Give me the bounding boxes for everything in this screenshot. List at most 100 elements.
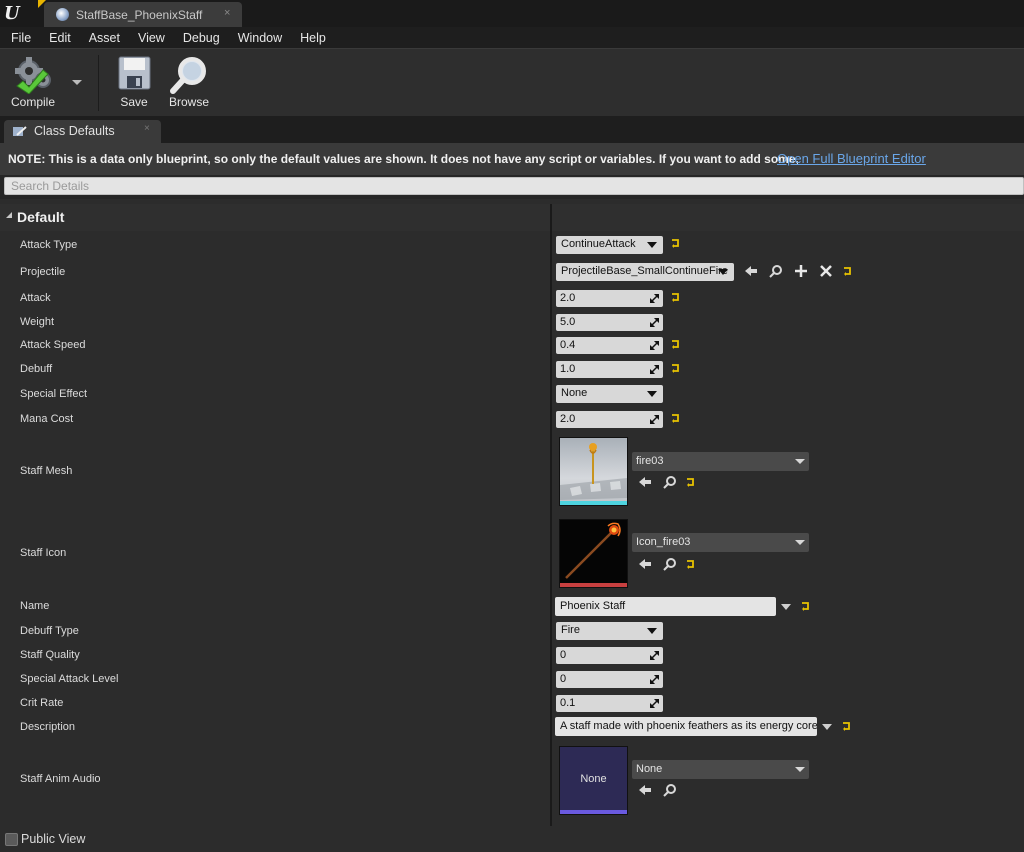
menu-view[interactable]: View: [131, 31, 172, 45]
class-defaults-icon: [13, 126, 27, 136]
attack-type-label: Attack Type: [20, 239, 78, 251]
staff-anim-audio-thumbnail[interactable]: None: [559, 746, 628, 815]
debuff-type-dropdown[interactable]: Fire: [556, 622, 663, 640]
staff-mesh-label: Staff Mesh: [20, 465, 73, 477]
staff-icon-value: Icon_fire03: [636, 536, 691, 548]
staff-mesh-value: fire03: [636, 455, 664, 467]
chevron-down-icon: [795, 459, 805, 464]
title-bar: U StaffBase_PhoenixStaff ×: [0, 0, 1024, 27]
document-tab[interactable]: StaffBase_PhoenixStaff ×: [44, 2, 242, 27]
menu-file[interactable]: File: [4, 31, 38, 45]
clear-x-icon[interactable]: [819, 264, 833, 278]
staff-anim-audio-asset-dropdown[interactable]: None: [632, 760, 809, 779]
attack-type-value: ContinueAttack: [561, 238, 636, 250]
attack-number-field[interactable]: 2.0: [556, 290, 663, 307]
reset-to-default-icon[interactable]: [671, 414, 680, 423]
staff-icon-asset-dropdown[interactable]: Icon_fire03: [632, 533, 809, 552]
crit-rate-label: Crit Rate: [20, 697, 64, 709]
blueprint-asset-icon: [56, 8, 69, 21]
menu-help[interactable]: Help: [293, 31, 333, 45]
use-selected-arrow-icon[interactable]: [638, 475, 652, 489]
browse-search-icon[interactable]: [663, 475, 677, 489]
compile-options-caret[interactable]: [72, 80, 82, 85]
menu-edit[interactable]: Edit: [42, 31, 78, 45]
menu-asset[interactable]: Asset: [82, 31, 127, 45]
mana-cost-number-field[interactable]: 2.0: [556, 411, 663, 428]
column-splitter[interactable]: [550, 204, 552, 831]
collapse-arrow-icon[interactable]: [6, 212, 12, 218]
audio-asset-underline: [560, 810, 627, 814]
use-selected-arrow-icon[interactable]: [744, 264, 758, 278]
document-tab-title: StaffBase_PhoenixStaff: [76, 8, 203, 22]
special-attack-level-number-field[interactable]: 0: [556, 671, 663, 688]
name-options-caret[interactable]: [781, 604, 791, 610]
special-effect-dropdown[interactable]: None: [556, 385, 663, 403]
staff-icon-thumbnail[interactable]: [559, 519, 628, 588]
browse-search-icon[interactable]: [769, 264, 783, 278]
debuff-number-field[interactable]: 1.0: [556, 361, 663, 378]
public-view-checkbox[interactable]: [5, 833, 18, 846]
attack-speed-number-field[interactable]: 0.4: [556, 337, 663, 354]
open-full-blueprint-editor-link[interactable]: Open Full Blueprint Editor: [777, 151, 926, 166]
staff-mesh-preview-image: [560, 443, 627, 505]
category-default-header[interactable]: Default: [0, 204, 1024, 231]
reset-to-default-icon[interactable]: [843, 267, 852, 276]
reset-to-default-icon[interactable]: [801, 602, 810, 611]
mana-cost-label: Mana Cost: [20, 413, 74, 425]
panel-tab-bar: Class Defaults ×: [0, 116, 1024, 143]
browse-search-icon[interactable]: [663, 783, 677, 797]
reset-to-default-icon[interactable]: [686, 478, 695, 487]
compile-label: Compile: [10, 95, 55, 109]
name-label: Name: [20, 600, 50, 612]
browse-button[interactable]: Browse: [164, 49, 214, 117]
use-selected-arrow-icon[interactable]: [638, 557, 652, 571]
toolbar: Compile Save Browse: [0, 48, 1024, 116]
tab-class-defaults[interactable]: Class Defaults ×: [4, 120, 161, 143]
attack-speed-label: Attack Speed: [20, 339, 86, 351]
menu-debug[interactable]: Debug: [176, 31, 227, 45]
special-effect-value: None: [561, 387, 588, 399]
projectile-dropdown[interactable]: ProjectileBase_SmallContinueFire: [556, 263, 734, 281]
browse-search-icon[interactable]: [663, 557, 677, 571]
description-text-field[interactable]: A staff made with phoenix feathers as it…: [555, 717, 817, 736]
unreal-logo-icon[interactable]: U: [4, 3, 26, 25]
reset-to-default-icon[interactable]: [671, 239, 680, 248]
chevron-down-icon: [647, 628, 657, 634]
close-panel-tab-icon[interactable]: ×: [144, 123, 150, 134]
staff-quality-label: Staff Quality: [20, 649, 80, 661]
use-selected-arrow-icon[interactable]: [638, 783, 652, 797]
compile-button[interactable]: Compile: [4, 49, 62, 117]
save-disk-icon: [118, 56, 151, 90]
crit-rate-number-field[interactable]: 0.1: [556, 695, 663, 712]
projectile-label: Projectile: [20, 266, 66, 278]
special-attack-level-label: Special Attack Level: [20, 673, 119, 685]
category-label: Default: [17, 209, 65, 225]
reset-to-default-icon[interactable]: [671, 364, 680, 373]
reset-to-default-icon[interactable]: [671, 340, 680, 349]
staff-mesh-asset-dropdown[interactable]: fire03: [632, 452, 809, 471]
weight-number-field[interactable]: 5.0: [556, 314, 663, 331]
add-plus-icon[interactable]: [794, 264, 808, 278]
reset-to-default-icon[interactable]: [671, 293, 680, 302]
browse-label: Browse: [168, 95, 209, 109]
reset-to-default-icon[interactable]: [842, 722, 851, 731]
drag-grip-icon: [650, 415, 659, 424]
menu-window[interactable]: Window: [231, 31, 289, 45]
public-view-bar: Public View: [0, 826, 1024, 852]
staff-icon-preview-image: [560, 522, 627, 587]
search-details-input[interactable]: [4, 177, 1024, 195]
save-label: Save: [120, 95, 148, 109]
browse-magnifier-icon: [170, 57, 206, 94]
data-only-note-text: NOTE: This is a data only blueprint, so …: [8, 152, 799, 166]
save-button[interactable]: Save: [112, 49, 156, 117]
debuff-type-value: Fire: [561, 624, 580, 636]
staff-anim-audio-label: Staff Anim Audio: [20, 773, 101, 785]
drag-grip-icon: [650, 675, 659, 684]
close-tab-icon[interactable]: ×: [224, 7, 230, 19]
reset-to-default-icon[interactable]: [686, 560, 695, 569]
staff-quality-number-field[interactable]: 0: [556, 647, 663, 664]
name-text-field[interactable]: Phoenix Staff: [555, 597, 776, 616]
staff-mesh-thumbnail[interactable]: [559, 437, 628, 506]
description-options-caret[interactable]: [822, 724, 832, 730]
attack-type-dropdown[interactable]: ContinueAttack: [556, 236, 663, 254]
